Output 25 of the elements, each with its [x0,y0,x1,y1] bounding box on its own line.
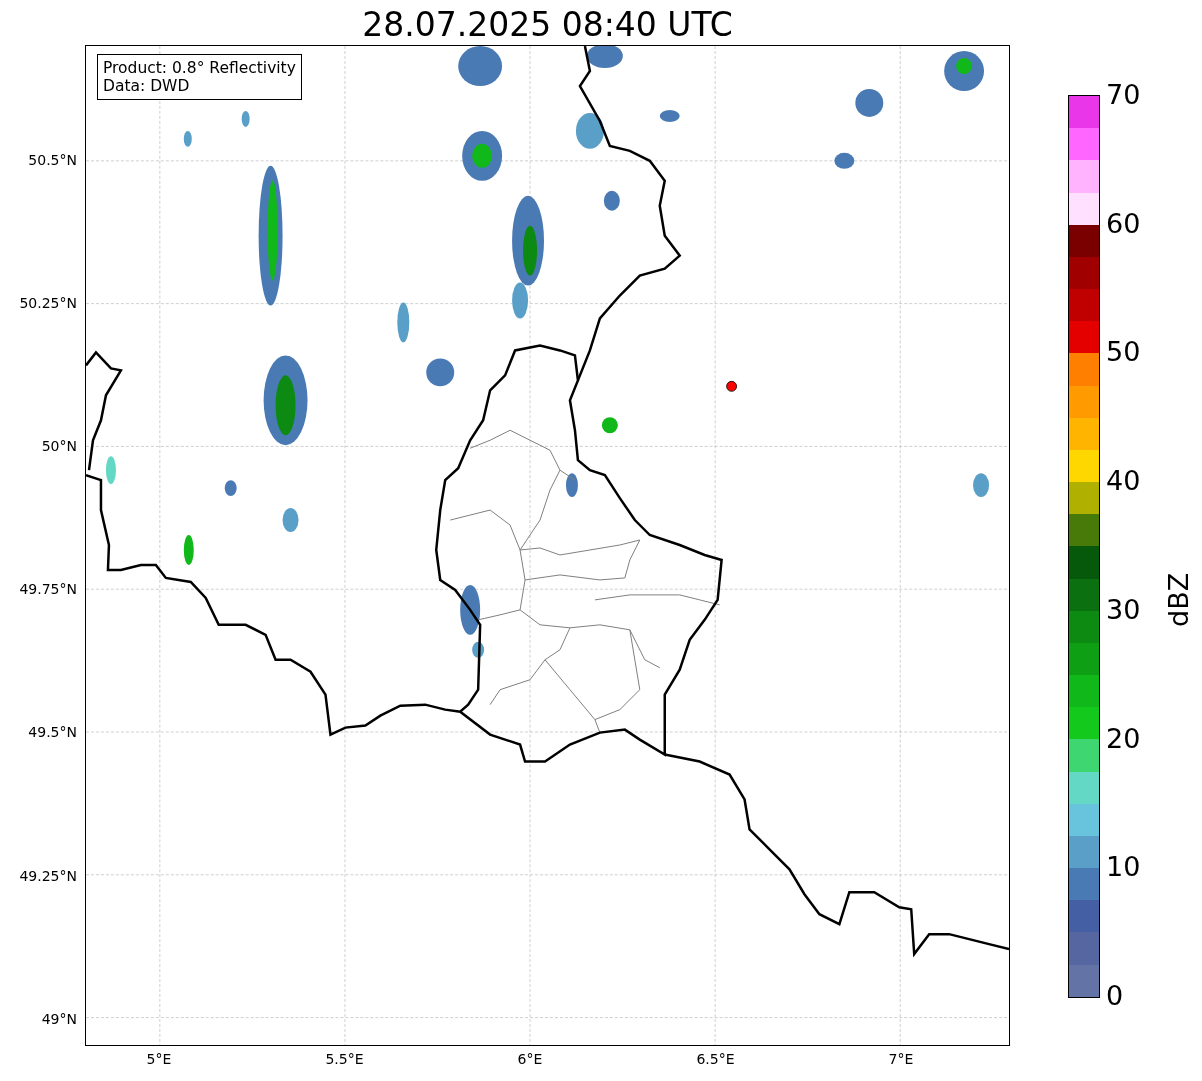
colorbar-tick-label: 40 [1105,464,1141,499]
longitude-label: 6.5°E [696,1051,735,1067]
latitude-label: 50.25°N [19,295,77,312]
longitude-label: 5.5°E [325,1051,364,1067]
longitude-label: 5°E [146,1051,172,1067]
colorbar-tick-label: 10 [1105,850,1141,885]
longitude-label: 6°E [517,1051,543,1067]
latitude-label: 49.5°N [28,724,77,741]
colorbar-tick-label: 20 [1105,721,1141,756]
info-text: Product: 0.8° Reflectivity [103,59,296,77]
colorbar-tick-label: 30 [1105,592,1141,627]
colorbar-tick-label: 70 [1105,78,1141,112]
colorbar-tick-label: 0 [1105,979,1124,1013]
latitude-label: 49.75°N [19,581,77,598]
colorbar-tick-label: 50 [1105,335,1141,370]
latitude-label: 50°N [41,438,77,455]
chart-title: 28.07.2025 08:40 UTC [361,5,733,45]
latitude-label: 50.5°N [28,152,77,168]
info-text: Data: DWD [103,77,191,95]
longitude-label: 7°E [888,1051,914,1067]
colorbar-tick-label: 60 [1105,206,1141,241]
latitude-label: 49°N [41,1010,77,1027]
colorbar-label: dBZ [1164,572,1194,627]
station-marker-icon [726,380,737,392]
latitude-label: 49.25°N [19,867,77,884]
